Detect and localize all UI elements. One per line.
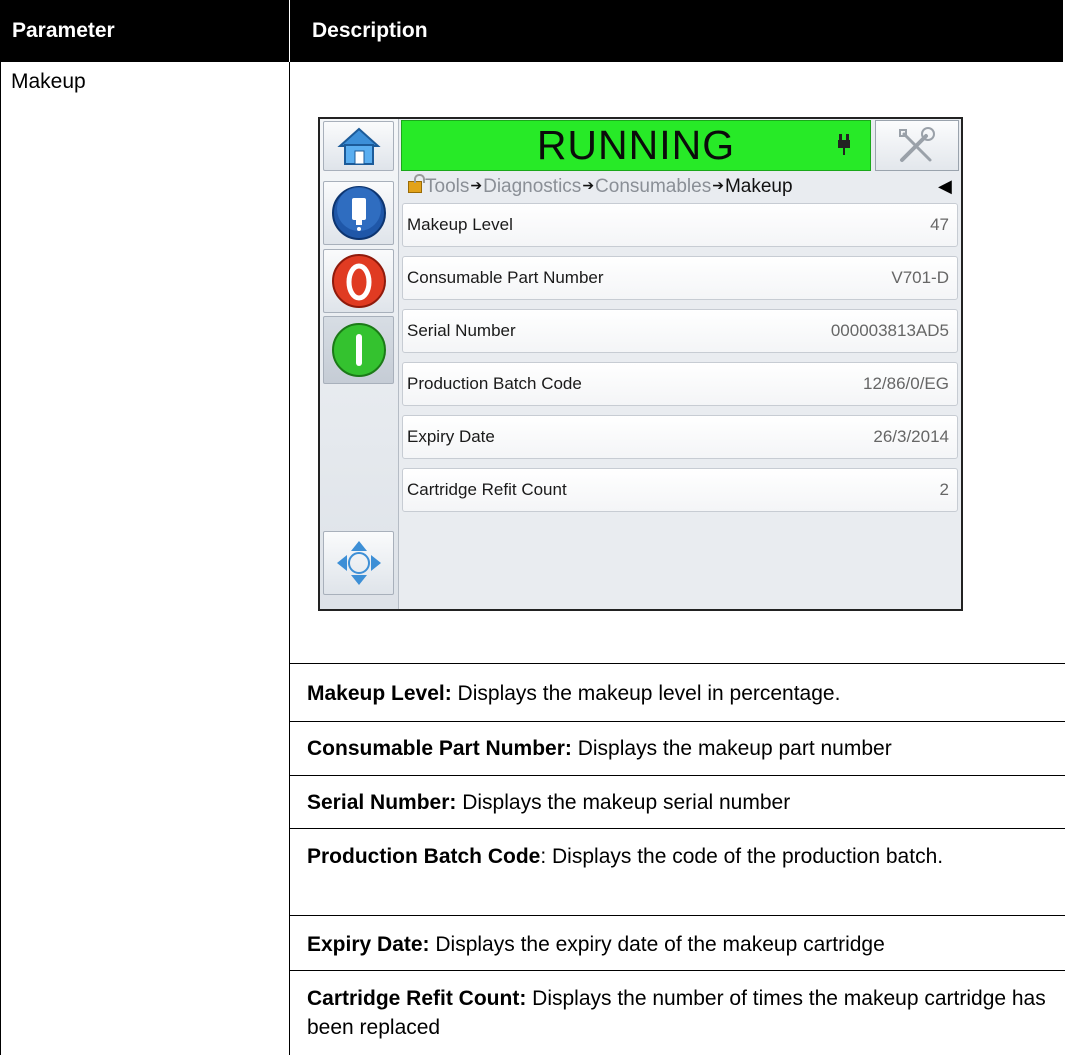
breadcrumb-separator-icon: ➔ [712,177,724,193]
description-serial-number: Serial Number: Displays the makeup seria… [307,788,1052,817]
parameter-table: Parameter Description Makeup RUNNING Too… [0,0,1065,1055]
field-label: Production Batch Code [407,374,582,393]
navigation-arrows-icon [336,541,381,585]
breadcrumb-item-makeup: Makeup [724,176,793,197]
description-production-batch-code: Production Batch Code: Displays the code… [307,842,1052,871]
status-bar: RUNNING [401,120,871,171]
field-row-cartridge-refit-count[interactable]: Cartridge Refit Count 2 [402,468,958,512]
breadcrumb-separator-icon: ➔ [582,177,595,193]
field-row-serial-number[interactable]: Serial Number 000003813AD5 [402,309,958,353]
row-divider [289,828,1065,829]
description-text: Displays the makeup level in percentage. [451,682,841,705]
description-text: Displays the makeup serial number [456,791,791,814]
field-value: V701-D [891,268,949,287]
field-label: Cartridge Refit Count [407,480,567,499]
parameter-name: Makeup [11,70,86,93]
stop-button[interactable] [323,249,394,313]
row-divider [289,721,1065,722]
breadcrumb-separator-icon: ➔ [470,177,483,193]
description-makeup-level: Makeup Level: Displays the makeup level … [307,679,1052,708]
tools-icon [899,126,935,162]
header-parameter: Parameter [0,0,289,62]
start-icon [331,323,386,377]
field-value: 26/3/2014 [873,427,949,446]
row-divider [289,663,1065,664]
navigation-button[interactable] [323,531,394,595]
field-label: Expiry Date [407,427,495,446]
side-toolbar [320,119,399,609]
start-button[interactable] [323,316,394,384]
print-head-button[interactable] [323,181,394,245]
status-text: RUNNING [536,122,736,168]
breadcrumb: Tools➔Diagnostics➔Consumables➔Makeup [408,174,958,202]
field-label: Serial Number [407,321,516,340]
description-term: Expiry Date: [307,933,430,956]
plug-icon [838,134,850,162]
description-text: Displays the expiry date of the makeup c… [429,933,885,956]
lock-icon [408,174,425,193]
field-label: Consumable Part Number [407,268,604,287]
description-text: : Displays the code of the production ba… [540,845,944,868]
home-icon [336,127,381,165]
row-divider [289,970,1065,971]
breadcrumb-item-tools[interactable]: Tools [425,176,469,197]
field-row-makeup-level[interactable]: Makeup Level 47 [402,203,958,247]
breadcrumb-item-diagnostics[interactable]: Diagnostics [483,176,581,197]
print-head-icon [331,186,386,240]
table-border-left [0,62,1,1055]
field-value: 47 [930,215,949,234]
field-row-expiry-date[interactable]: Expiry Date 26/3/2014 [402,415,958,459]
row-divider [289,915,1065,916]
header-description: Description [290,0,1063,62]
printer-screen: RUNNING Tools➔Diagnostics➔Consumables➔Ma… [318,117,963,611]
description-text: Displays the makeup part number [571,737,892,760]
field-row-consumable-part-number[interactable]: Consumable Part Number V701-D [402,256,958,300]
breadcrumb-item-consumables[interactable]: Consumables [595,176,711,197]
back-arrow-icon[interactable]: ◀ [938,176,952,197]
description-term: Production Batch Code [307,845,541,868]
field-label: Makeup Level [407,215,513,234]
column-divider [289,62,290,1055]
tools-button[interactable] [875,120,959,171]
stop-icon [331,254,386,308]
description-term: Cartridge Refit Count: [307,987,527,1010]
home-button[interactable] [323,121,394,171]
field-row-production-batch-code[interactable]: Production Batch Code 12/86/0/EG [402,362,958,406]
field-value: 2 [939,480,949,499]
description-term: Consumable Part Number: [307,737,572,760]
field-value: 000003813AD5 [830,321,949,340]
row-divider [289,775,1065,776]
description-cartridge-refit-count: Cartridge Refit Count: Displays the numb… [307,984,1052,1042]
description-term: Serial Number: [307,791,457,814]
field-value: 12/86/0/EG [862,374,949,393]
description-expiry-date: Expiry Date: Displays the expiry date of… [307,930,1052,959]
description-term: Makeup Level: [307,682,452,705]
description-consumable-part-number: Consumable Part Number: Displays the mak… [307,734,1052,763]
